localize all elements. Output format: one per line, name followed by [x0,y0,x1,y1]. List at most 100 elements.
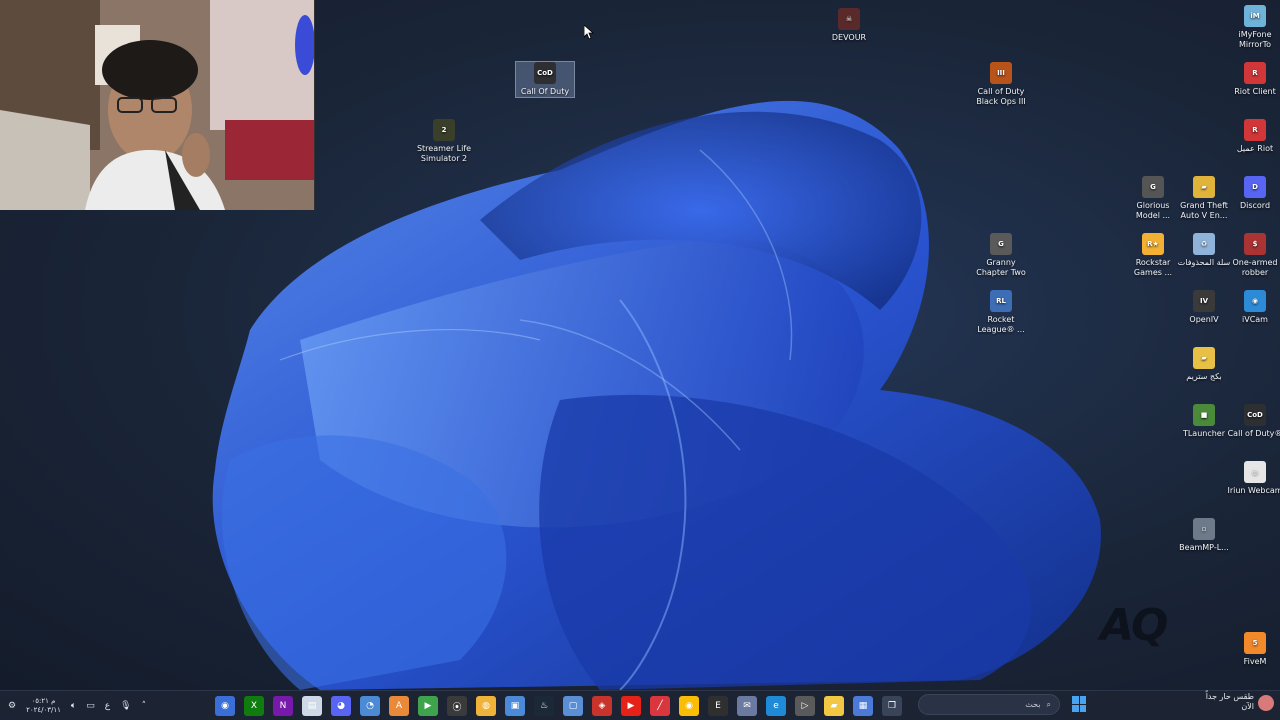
desktop-icon-label: OpenIV [1189,315,1219,324]
start-tile-4 [1079,704,1086,712]
clock[interactable]: م ٠٥:٢١ ٢٠٢٤/٠٣/١١ [26,697,61,715]
desktop-icon[interactable]: RL Rocket League® ... [972,290,1030,335]
desktop-icon[interactable]: R★ Rockstar Games ... [1124,233,1182,278]
desktop-icon-label: DEVOUR [831,33,867,42]
microphone-icon[interactable]: 🎙︎ [120,701,131,711]
clock-time: م ٠٥:٢١ [31,697,56,705]
app-icon: R [1244,119,1266,141]
taskbar-steam-icon[interactable]: ♨ [534,696,554,716]
weather-icon [1258,695,1274,711]
app-icon: 2 [433,119,455,141]
app-icon: ◎ [1244,461,1266,483]
app-icon: ☠ [838,8,860,30]
desktop-icon[interactable]: IV OpenIV [1175,290,1233,325]
taskbar-chrome-ext-icon[interactable]: ◔ [360,696,380,716]
taskbar-epic-icon[interactable]: E [708,696,728,716]
taskbar-app-circle-icon[interactable]: ◉ [215,696,235,716]
desktop[interactable]: ☠ DEVOUR CoD Call Of Duty 2 Streamer Life Sim… [0,0,1280,690]
taskbar-mail-icon[interactable]: ✉ [737,696,757,716]
taskbar-onenote-icon[interactable]: N [273,696,293,716]
desktop-icon-label: Discord [1239,201,1271,210]
desktop-icon[interactable]: CoD Call Of Duty [515,61,575,98]
taskbar-rockstar-icon[interactable]: ◈ [592,696,612,716]
taskbar-task-view-icon[interactable]: ❐ [882,696,902,716]
desktop-icon[interactable]: G Granny Chapter Two [972,233,1030,278]
clock-date: ٢٠٢٤/٠٣/١١ [26,706,61,714]
taskbar-edge-icon[interactable]: e [766,696,786,716]
desktop-icon[interactable]: ▰ Grand Theft Auto V En... [1175,176,1233,221]
weather-time: الآن [1241,702,1254,711]
desktop-icon-label: سلة المحذوفات [1177,258,1231,267]
app-icon: 5 [1244,632,1266,654]
start-tile-1 [1072,696,1079,704]
taskbar-media-player-icon[interactable]: ▶ [418,696,438,716]
desktop-icon[interactable]: $ One-armed robber [1226,233,1280,278]
desktop-icon-label: BeamMP-L... [1179,543,1229,552]
desktop-icon[interactable]: G Glorious Model ... [1124,176,1182,221]
settings-icon[interactable]: ⚙ [8,701,16,711]
desktop-icon-label: Call of Duty Black Ops III [976,87,1026,106]
desktop-icon[interactable]: ■ TLauncher [1175,404,1233,439]
desktop-icon[interactable]: 2 Streamer Life Simulator 2 [415,119,473,164]
speaker-icon[interactable]: 🔈︎ [71,701,76,711]
taskbar-apps: ◉ X N ▤ ◕ ◔ A ▶ ⦿ ◍ ▣ ♨ ▢ ◈ ▶ ╱ ◉ E ✉ e ▷ ▰ ▦ ❐ [215,691,902,720]
app-icon: CoD [1244,404,1266,426]
search-icon: ⌕ [1046,699,1051,709]
desktop-icon[interactable]: ◉ iVCam [1226,290,1280,325]
webcam-overlay [0,0,315,210]
desktop-icon[interactable]: R Riot Client [1226,62,1280,97]
start-tile-2 [1079,696,1086,704]
start-tile-3 [1072,704,1079,712]
desktop-icon-label: iMyFone MirrorTo [1238,30,1272,49]
desktop-icon[interactable]: CoD Call of Duty® [1226,404,1280,439]
taskbar-discord-icon[interactable]: ◕ [331,696,351,716]
app-icon: G [990,233,1012,255]
taskbar-media-icon[interactable]: ▷ [795,696,815,716]
desktop-icon[interactable]: ☠ DEVOUR [820,8,878,43]
desktop-icon[interactable]: iM iMyFone MirrorTo [1226,5,1280,50]
taskbar-slash-app-icon[interactable]: ╱ [650,696,670,716]
desktop-icon-label: Granny Chapter Two [976,258,1026,277]
taskbar-window-app-icon[interactable]: ▣ [505,696,525,716]
taskbar-youtube-icon[interactable]: ▶ [621,696,641,716]
language-indicator[interactable]: ع [105,701,110,711]
taskbar-notepad-icon[interactable]: ▤ [302,696,322,716]
desktop-icon[interactable]: D Discord [1226,176,1280,211]
taskbar-window-app-2-icon[interactable]: ▢ [563,696,583,716]
desktop-icon-label: Glorious Model ... [1135,201,1171,220]
network-icon[interactable]: ▭ [86,701,95,711]
desktop-icon[interactable]: R عميل Riot [1226,119,1280,154]
taskbar-search[interactable]: بحث ⌕ [918,694,1060,715]
desktop-icon-label: Rocket League® ... [977,315,1025,334]
app-icon: RL [990,290,1012,312]
desktop-icon[interactable]: III Call of Duty Black Ops III [972,62,1030,107]
desktop-icon-label: بكج ستريم [1186,372,1222,381]
taskbar-norton-icon[interactable]: ◍ [476,696,496,716]
desktop-icon[interactable]: ▰ بكج ستريم [1175,347,1233,382]
desktop-icon-label: One-armed robber [1232,258,1278,277]
app-icon: G [1142,176,1164,198]
app-icon: $ [1244,233,1266,255]
desktop-icon[interactable]: ▫ BeamMP-L... [1175,518,1233,553]
desktop-icon[interactable]: ♻ سلة المحذوفات [1175,233,1233,268]
desktop-icon[interactable]: ◎ Iriun Webcam [1226,461,1280,496]
start-button[interactable] [1069,693,1089,715]
taskbar-obs-icon[interactable]: ⦿ [447,696,467,716]
app-icon: ◉ [1244,290,1266,312]
taskbar-xbox-icon[interactable]: X [244,696,264,716]
app-icon: ♻ [1193,233,1215,255]
taskbar-amd-icon[interactable]: A [389,696,409,716]
app-icon: R★ [1142,233,1164,255]
taskbar-chrome-icon[interactable]: ◉ [679,696,699,716]
desktop-icon[interactable]: 5 FiveM [1226,632,1280,667]
chevron-up-icon[interactable]: ˄ [142,701,147,711]
taskbar-file-explorer-icon[interactable]: ▰ [824,696,844,716]
app-icon: III [990,62,1012,84]
desktop-icon-label: Iriun Webcam [1227,486,1280,495]
app-icon: ▰ [1193,347,1215,369]
app-icon: ▫ [1193,518,1215,540]
app-icon: CoD [534,62,556,84]
taskbar-store-icon[interactable]: ▦ [853,696,873,716]
weather-widget[interactable]: طقس حار جداً الآن [1206,692,1254,712]
system-tray: ⚙ م ٠٥:٢١ ٢٠٢٤/٠٣/١١ 🔈︎ ▭ ع 🎙︎ ˄ [8,691,146,720]
